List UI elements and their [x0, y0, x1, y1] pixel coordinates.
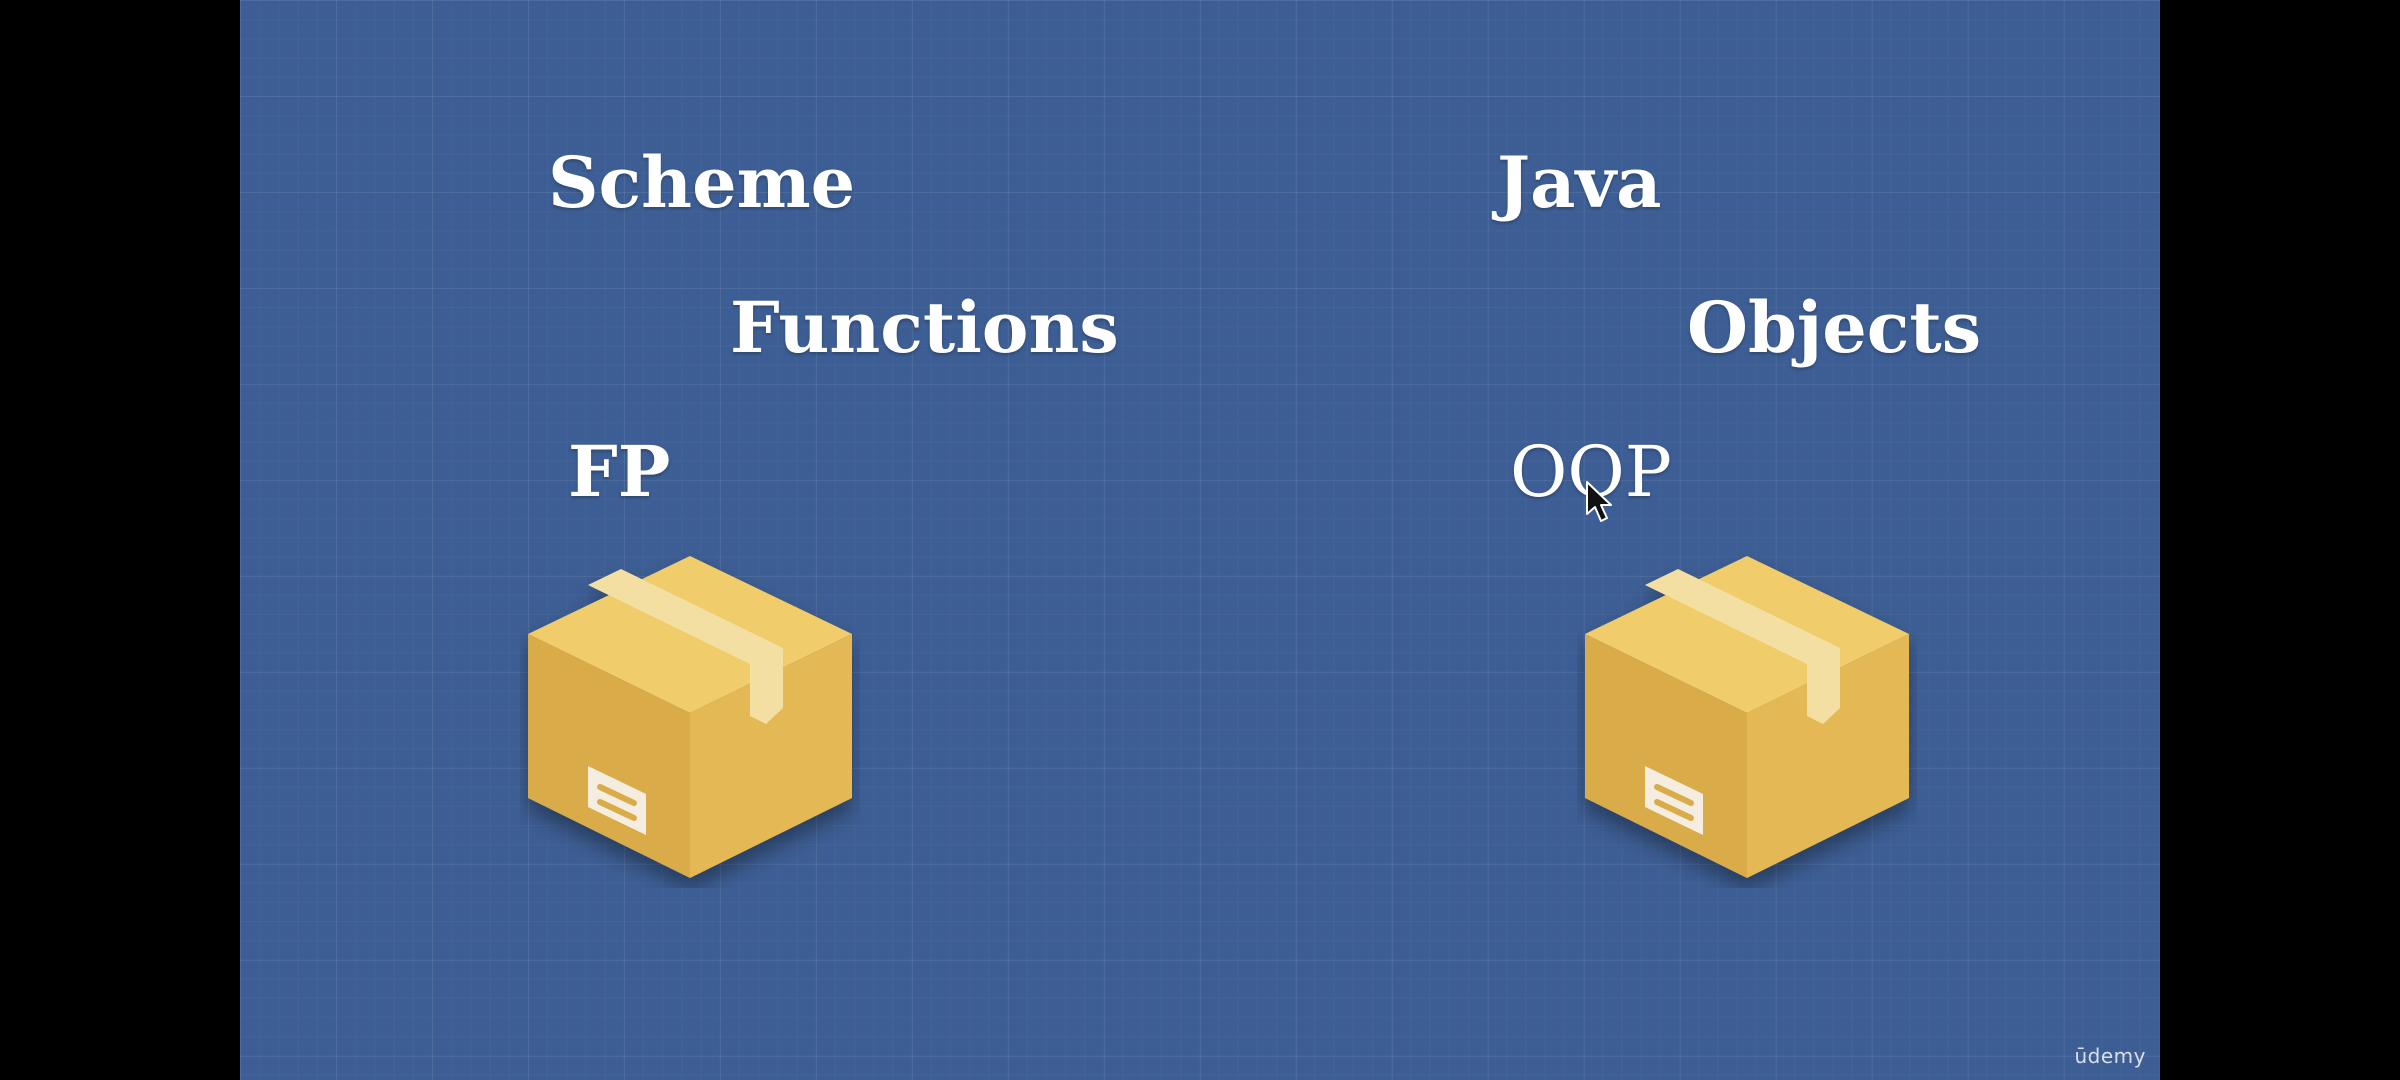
fp-box-icon: [528, 556, 852, 878]
mouse-pointer-icon: [1586, 481, 1612, 522]
oop-box-icon: [1585, 556, 1909, 878]
udemy-watermark: ūdemy: [2074, 1044, 2146, 1068]
label-fp: FP: [568, 430, 671, 513]
label-java: Java: [1497, 141, 1662, 224]
video-frame: Scheme Functions FP Java Objects OOP ūde…: [240, 0, 2160, 1080]
label-functions: Functions: [730, 286, 1119, 369]
label-scheme: Scheme: [548, 141, 856, 224]
label-objects: Objects: [1687, 286, 1982, 369]
